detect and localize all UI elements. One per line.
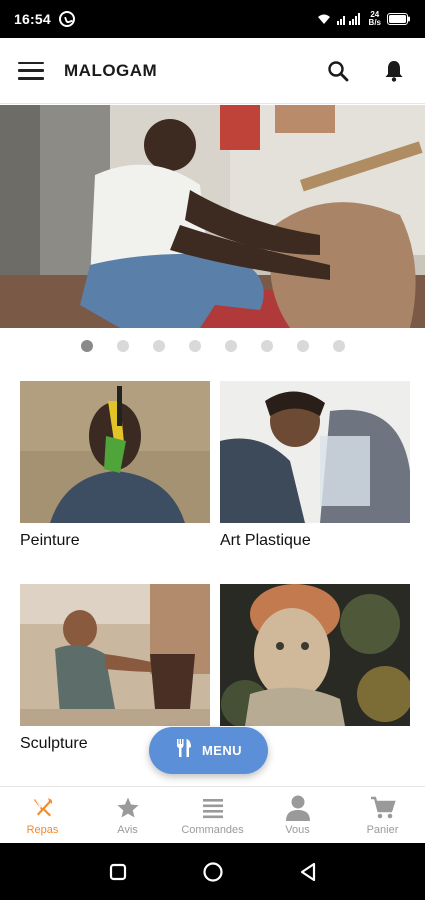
carousel-dot[interactable] [260, 340, 273, 352]
menu-fab-label: MENU [202, 743, 242, 758]
signal-icon [336, 13, 363, 25]
bottom-navigation: Repas Avis Commandes Vous Panier [0, 786, 425, 843]
category-label: Art Plastique [220, 532, 311, 549]
whatsapp-icon [58, 11, 75, 27]
category-card-peinture[interactable]: Peinture [20, 381, 210, 550]
nav-label: Commandes [181, 824, 244, 836]
app-screen: 16:54 24 B/s MALOGAM Peinture Art Plasti… [0, 0, 425, 900]
fork-knife-icon [31, 794, 55, 822]
cart-icon [370, 794, 396, 822]
back-icon[interactable] [296, 860, 320, 884]
nav-label: Avis [117, 824, 138, 836]
nav-label: Vous [285, 824, 310, 836]
wifi-icon [317, 13, 331, 25]
category-image [20, 381, 210, 523]
carousel-dot[interactable] [332, 340, 345, 352]
status-bar: 16:54 24 B/s [0, 0, 425, 38]
nav-item-vous[interactable]: Vous [255, 787, 340, 843]
status-indicators: 24 B/s [317, 11, 411, 27]
app-bar: MALOGAM [0, 38, 425, 104]
category-card-art-plastique[interactable]: Art Plastique [220, 381, 410, 550]
carousel-dot[interactable] [188, 340, 201, 352]
nav-item-commandes[interactable]: Commandes [170, 787, 255, 843]
menu-icon[interactable] [18, 61, 44, 80]
list-icon [201, 794, 225, 822]
carousel-dot[interactable] [116, 340, 129, 352]
nav-item-panier[interactable]: Panier [340, 787, 425, 843]
status-time: 16:54 [14, 11, 51, 27]
net-speed-unit: B/s [368, 18, 381, 27]
system-navigation-bar [0, 843, 425, 900]
carousel-dot[interactable] [152, 340, 165, 352]
person-icon [285, 794, 311, 822]
nav-label: Repas [26, 824, 59, 836]
battery-icon [387, 13, 411, 25]
recents-icon[interactable] [106, 860, 130, 884]
menu-fab-button[interactable]: MENU [149, 727, 268, 774]
nav-label: Panier [366, 824, 399, 836]
net-speed: 24 B/s [369, 11, 381, 27]
hero-carousel-image[interactable] [0, 105, 425, 328]
nav-item-repas[interactable]: Repas [0, 787, 85, 843]
app-title: MALOGAM [64, 60, 158, 80]
nav-item-avis[interactable]: Avis [85, 787, 170, 843]
category-image [20, 584, 210, 726]
star-icon [116, 794, 140, 822]
carousel-indicators [0, 340, 425, 356]
category-image [220, 381, 410, 523]
category-image [220, 584, 410, 726]
search-icon[interactable] [325, 58, 351, 84]
carousel-dot[interactable] [224, 340, 237, 352]
carousel-dot[interactable] [296, 340, 309, 352]
app-actions [325, 58, 407, 84]
fork-knife-icon [175, 738, 193, 763]
category-label: Peinture [20, 532, 80, 549]
home-icon[interactable] [201, 860, 225, 884]
bell-icon[interactable] [381, 58, 407, 84]
category-card[interactable] [220, 584, 410, 735]
carousel-dot[interactable] [80, 340, 93, 352]
